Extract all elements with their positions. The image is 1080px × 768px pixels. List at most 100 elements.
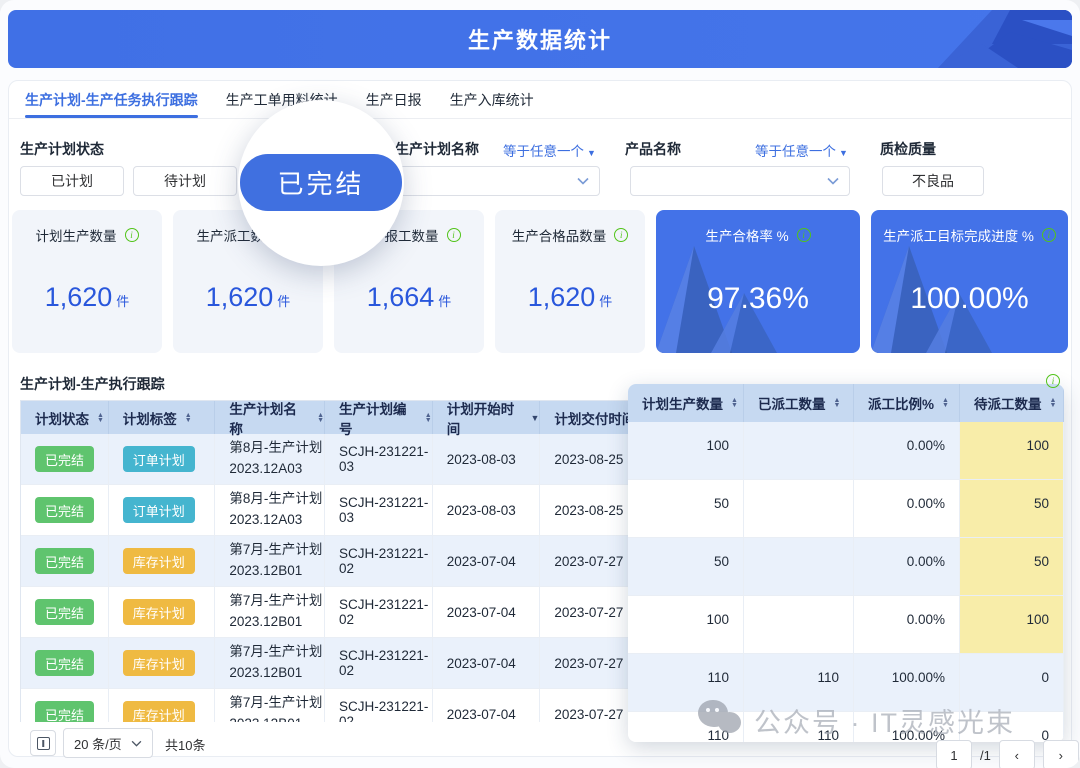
panel-row[interactable]: 110110100.00%0 (628, 712, 1064, 742)
quality-filter-button-defective[interactable]: 不良品 (882, 166, 984, 196)
kpi-value-row: 1,664件 (334, 282, 484, 313)
table-row[interactable]: 已完结订单计划第8月-生产计划2023.12A03SCJH-231221-032… (21, 485, 656, 536)
plan-name-operator-dropdown[interactable]: 等于任意一个▼ (503, 140, 596, 160)
tag-badge: 库存计划 (123, 650, 195, 676)
plan-name-select[interactable] (390, 166, 600, 196)
filter-label-plan-name: 生产计划名称 (395, 139, 479, 159)
tag-badge: 订单计划 (123, 497, 195, 523)
info-icon[interactable]: i (1046, 374, 1060, 388)
sort-icon[interactable]: ▲▼ (97, 413, 104, 423)
panel-cell: 50 (628, 480, 744, 537)
status-badge: 已完结 (35, 701, 94, 722)
page-number-input[interactable]: 1 (936, 740, 972, 768)
panel-row[interactable]: 500.00%50 (628, 480, 1064, 538)
plan-name-line1: 第7月-生产计划 (229, 642, 322, 663)
column-header[interactable]: 计划标签▲▼ (109, 401, 216, 434)
kpi-card-header: 计划生产数量 i (12, 210, 162, 245)
total-count-label: 共10条 (165, 735, 205, 754)
status-cell: 已完结 (21, 638, 109, 688)
panel-cell: 100 (960, 596, 1064, 653)
panel-column-header[interactable]: 待派工数量▲▼ (960, 384, 1064, 422)
sort-icon[interactable]: ▲▼ (1050, 398, 1057, 408)
product-name-select[interactable] (630, 166, 850, 196)
tab-1[interactable]: 生产计划-生产任务执行跟踪 (25, 84, 198, 118)
column-settings-button[interactable] (30, 730, 56, 756)
panel-cell: 110 (628, 654, 744, 711)
sort-icon[interactable]: ▲▼ (185, 413, 192, 423)
caret-down-icon: ▼ (587, 148, 596, 158)
next-page-button[interactable]: › (1043, 740, 1079, 768)
page-title: 生产数据统计 (468, 23, 612, 55)
sort-icon[interactable]: ▲▼ (731, 398, 738, 408)
plan-name-line1: 第8月-生产计划 (229, 489, 322, 510)
column-header-label: 生产计划编号 (339, 400, 417, 438)
kpi-card-1: 计划生产数量i1,620件 (12, 210, 162, 353)
column-header-label: 计划状态 (35, 408, 89, 428)
panel-row[interactable]: 110110100.00%0 (628, 654, 1064, 712)
status-cell: 已完结 (21, 485, 109, 535)
product-name-operator-dropdown[interactable]: 等于任意一个▼ (755, 140, 848, 160)
info-icon[interactable]: i (614, 228, 628, 242)
start-date-cell: 2023-07-04 (433, 689, 541, 722)
filter-label-plan-status: 生产计划状态 (20, 139, 104, 159)
panel-header-row: 计划生产数量▲▼已派工数量▲▼派工比例%▲▼待派工数量▲▼ (628, 384, 1064, 422)
plan-name-text: 第7月-生产计划2023.12B01 (229, 642, 322, 684)
column-header[interactable]: 生产计划名称▲▼ (215, 401, 325, 434)
status-filter-button-pending[interactable]: 待计划 (133, 166, 237, 196)
caret-down-icon: ▼ (97, 418, 104, 423)
panel-column-header[interactable]: 已派工数量▲▼ (744, 384, 854, 422)
plan-name-text: 第7月-生产计划2023.12B01 (229, 591, 322, 633)
tab-4[interactable]: 生产入库统计 (450, 84, 534, 118)
panel-cell: 100.00% (854, 712, 960, 742)
plan-name-cell: 第7月-生产计划2023.12B01 (215, 536, 325, 586)
prev-page-button[interactable]: ‹ (999, 740, 1035, 768)
panel-column-header[interactable]: 派工比例%▲▼ (854, 384, 960, 422)
kpi-value: 1,620 (45, 282, 113, 312)
column-header[interactable]: 生产计划编号▲▼ (325, 401, 433, 434)
plan-name-line1: 第8月-生产计划 (229, 438, 322, 459)
column-settings-icon (37, 737, 50, 750)
panel-row[interactable]: 1000.00%100 (628, 596, 1064, 654)
caret-down-icon: ▼ (942, 403, 949, 408)
panel-row[interactable]: 500.00%50 (628, 538, 1064, 596)
info-icon[interactable]: i (797, 228, 811, 242)
tab-3[interactable]: 生产日报 (366, 84, 422, 118)
sort-icon[interactable]: ▲▼ (425, 413, 432, 423)
table-row[interactable]: 已完结库存计划第7月-生产计划2023.12B01SCJH-231221-022… (21, 638, 656, 689)
table-row[interactable]: 已完结库存计划第7月-生产计划2023.12B01SCJH-231221-022… (21, 587, 656, 638)
panel-column-header[interactable]: 计划生产数量▲▼ (628, 384, 744, 422)
table-row[interactable]: 已完结库存计划第7月-生产计划2023.12B01SCJH-231221-022… (21, 536, 656, 587)
plan-name-line2: 2023.12A03 (229, 510, 322, 531)
caret-down-icon: ▼ (839, 148, 848, 158)
info-icon[interactable]: i (125, 228, 139, 242)
kpi-value: 1,620 (206, 282, 274, 312)
column-header[interactable]: 计划状态 ▲▼ (21, 401, 109, 434)
tag-badge: 订单计划 (123, 446, 195, 472)
status-filter-button-finished-magnified[interactable]: 已完结 (240, 154, 402, 211)
status-filter-button-planned[interactable]: 已计划 (20, 166, 124, 196)
panel-row[interactable]: 1000.00%100 (628, 422, 1064, 480)
info-icon[interactable]: i (1042, 228, 1056, 242)
tag-cell: 订单计划 (109, 434, 216, 484)
dispatch-detail-panel: 计划生产数量▲▼已派工数量▲▼派工比例%▲▼待派工数量▲▼1000.00%100… (628, 384, 1064, 742)
plan-name-text: 第7月-生产计划2023.12B01 (229, 693, 322, 722)
panel-cell: 50 (960, 480, 1064, 537)
start-date-cell: 2023-07-04 (433, 587, 541, 637)
panel-cell (744, 480, 854, 537)
table-row[interactable]: 已完结订单计划第8月-生产计划2023.12A03SCJH-231221-032… (21, 434, 656, 485)
plan-name-line2: 2023.12B01 (229, 714, 322, 722)
sort-icon[interactable]: ▲▼ (317, 413, 324, 423)
start-date-cell: 2023-07-04 (433, 536, 541, 586)
sort-desc-icon[interactable]: ▼ (530, 413, 539, 423)
kpi-value-row: 1,620件 (173, 282, 323, 313)
caret-down-icon: ▼ (185, 418, 192, 423)
info-icon[interactable]: i (447, 228, 461, 242)
sort-icon[interactable]: ▲▼ (834, 398, 841, 408)
kpi-label: 计划生产数量 (36, 225, 117, 245)
plan-name-text: 第8月-生产计划2023.12A03 (229, 489, 322, 531)
sort-icon[interactable]: ▲▼ (942, 398, 949, 408)
table-row[interactable]: 已完结库存计划第7月-生产计划2023.12B01SCJH-231221-022… (21, 689, 656, 722)
panel-cell: 110 (628, 712, 744, 742)
page-size-select[interactable]: 20 条/页 (63, 728, 153, 758)
column-header[interactable]: 计划开始时间▼ (433, 401, 541, 434)
